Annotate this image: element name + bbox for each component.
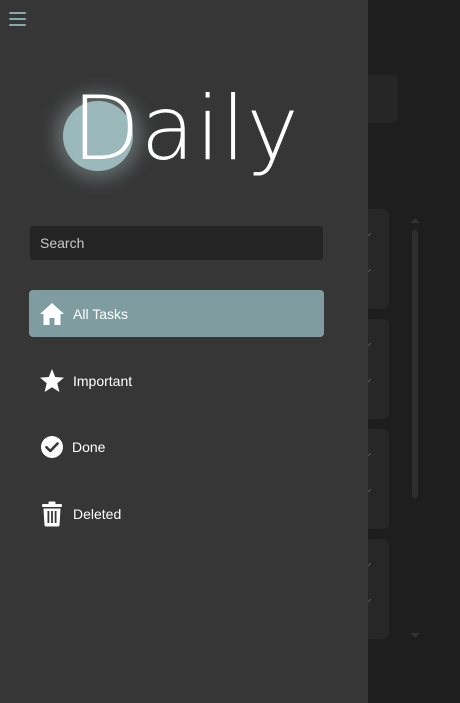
nav-item-all-tasks[interactable]: All Tasks: [29, 290, 324, 337]
app-logo: Daily: [60, 77, 320, 192]
nav-item-label: All Tasks: [73, 305, 128, 322]
nav-item-important[interactable]: Important: [29, 357, 324, 404]
scroll-down-arrow[interactable]: [410, 633, 420, 638]
navigation-drawer: Daily All Tasks Important Done: [0, 0, 368, 703]
search-input[interactable]: [30, 226, 323, 260]
nav-item-label: Important: [73, 372, 133, 389]
scroll-up-arrow[interactable]: [410, 218, 420, 223]
nav-item-done[interactable]: Done: [29, 423, 324, 470]
check-circle-icon: [39, 434, 65, 460]
nav-item-deleted[interactable]: Deleted: [29, 490, 324, 537]
star-icon: [39, 368, 65, 394]
nav-item-label: Done: [72, 438, 106, 455]
hamburger-menu-icon[interactable]: [9, 11, 27, 27]
app-title: Daily: [72, 77, 300, 180]
trash-icon: [39, 501, 65, 527]
nav-item-label: Deleted: [73, 505, 122, 522]
scrollbar[interactable]: [412, 230, 418, 498]
home-icon: [39, 301, 65, 327]
